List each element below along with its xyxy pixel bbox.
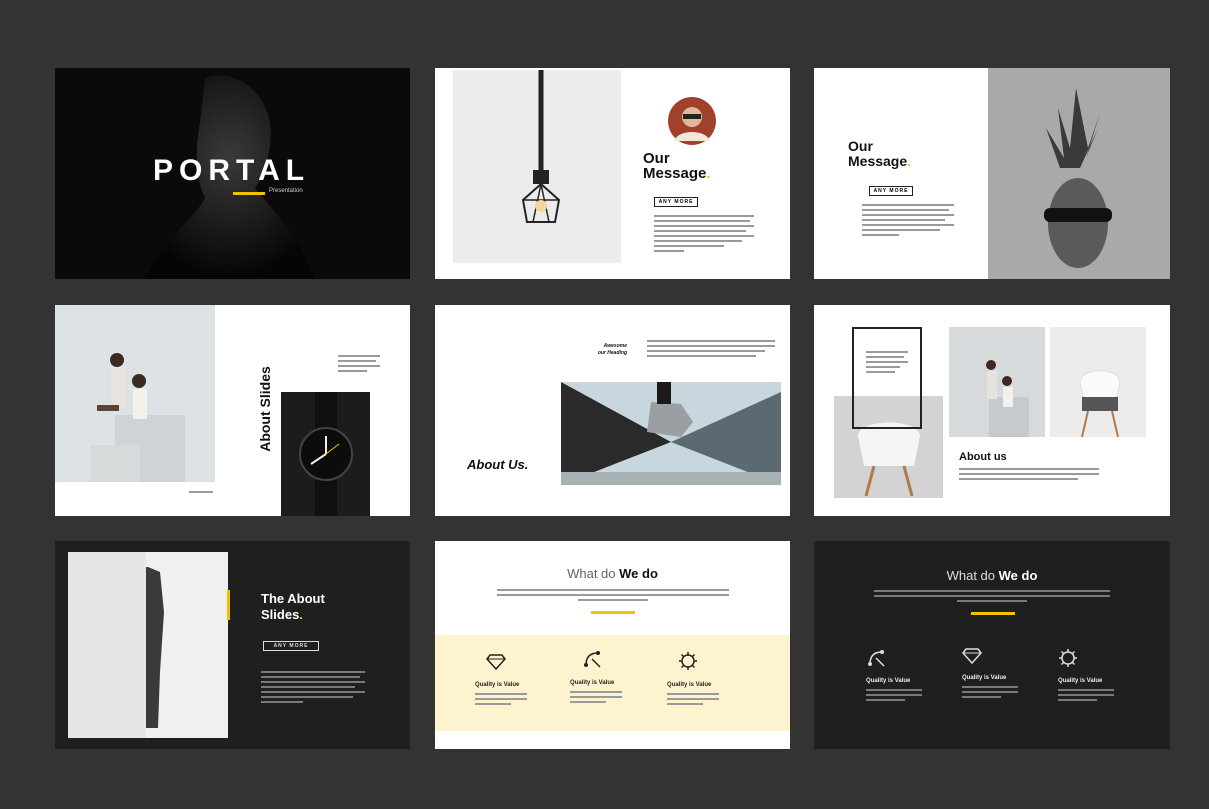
couple-photo-small [949, 327, 1045, 437]
message-title-line2: Message [848, 153, 908, 169]
portal-title: PORTAL [153, 154, 311, 187]
about-body-text [959, 468, 1099, 480]
diamond-icon [962, 648, 982, 665]
slide-about-us-chairs[interactable]: About us [814, 305, 1170, 516]
gear-icon [679, 652, 697, 670]
title-bold: We do [998, 568, 1038, 583]
feature-text [866, 689, 922, 701]
about-slides-title-line2: Slides [261, 607, 300, 622]
accent-line [591, 611, 635, 614]
awesome-heading-line2: our Heading [597, 350, 627, 356]
caption-text [189, 491, 213, 493]
text-frame [852, 327, 922, 429]
intro-text [497, 589, 729, 601]
any-more-button[interactable]: ANY MORE [263, 641, 319, 651]
couple-photo [55, 305, 215, 482]
title-bold: We do [619, 566, 658, 581]
body-text [654, 215, 754, 252]
heading-body-text [647, 340, 775, 357]
frame-text [866, 351, 908, 373]
slide-what-we-do-dark[interactable]: What do We do Quality is Value Quality i… [814, 541, 1170, 749]
accent-dot: . [907, 153, 912, 169]
shoe-photo [561, 382, 781, 485]
pen-tool-icon [584, 651, 601, 668]
slide-what-we-do-light[interactable]: What do We do Quality is Value Quality i… [435, 541, 790, 749]
feature-text [667, 693, 719, 705]
slide-portal-cover[interactable]: PORTAL Presentation [55, 68, 410, 279]
feature-title: Quality is Value [667, 682, 712, 688]
avatar [668, 97, 716, 145]
about-us-title: About Us. [467, 457, 529, 472]
portal-subtitle: Presentation [269, 188, 303, 194]
tshirt-photo [68, 552, 228, 738]
feature-title: Quality is Value [475, 682, 520, 688]
about-us-title: About us [959, 451, 1007, 463]
about-slides-vertical-title: About Slides [257, 366, 273, 452]
slide-about-slides[interactable]: About Slides [55, 305, 410, 516]
feature-title: Quality is Value [866, 678, 911, 684]
feature-text [475, 693, 527, 705]
feature-title: Quality is Value [1058, 678, 1103, 684]
watch-photo [281, 392, 370, 516]
feature-title: Quality is Value [962, 675, 1007, 681]
gear-icon [1059, 649, 1077, 667]
title-normal: What do [567, 566, 620, 581]
page: { "slides": { "s1": {"title": "PORTAL", … [0, 0, 1209, 809]
body-text [261, 671, 365, 703]
what-we-do-title: What do We do [435, 566, 790, 581]
slide-the-about-slides[interactable]: The About Slides. ANY MORE [55, 541, 410, 749]
chair-shoes-photo [1050, 327, 1146, 437]
lamp-photo [453, 70, 621, 263]
pen-tool-icon [868, 650, 885, 667]
accent-line [233, 192, 265, 195]
slide-our-message-lamp[interactable]: Our Message. ANY MORE [435, 68, 790, 279]
pineapple-photo [988, 68, 1170, 279]
feature-text [570, 691, 622, 703]
what-we-do-title: What do We do [814, 568, 1170, 583]
side-text [338, 355, 380, 372]
feature-title: Quality is Value [570, 680, 615, 686]
accent-line [971, 612, 1015, 615]
any-more-button[interactable]: ANY MORE [869, 186, 913, 196]
title-normal: What do [946, 568, 999, 583]
message-title-line2: Message [643, 165, 707, 182]
accent-dot: . [299, 607, 303, 622]
diamond-icon [486, 654, 506, 671]
intro-text [874, 590, 1110, 602]
about-slides-title-line1: The About [261, 591, 325, 606]
message-title-line1: Our [848, 138, 873, 154]
slide-our-message-pineapple[interactable]: Our Message. ANY MORE [814, 68, 1170, 279]
body-text [862, 204, 954, 236]
awesome-heading-line1: Awesome [603, 343, 627, 349]
accent-bar [227, 590, 230, 620]
slide-about-us-shoe[interactable]: Awesome our Heading About Us. [435, 305, 790, 516]
accent-dot: . [706, 165, 711, 182]
feature-text [962, 686, 1018, 698]
any-more-button[interactable]: ANY MORE [654, 197, 698, 207]
feature-text [1058, 689, 1114, 701]
